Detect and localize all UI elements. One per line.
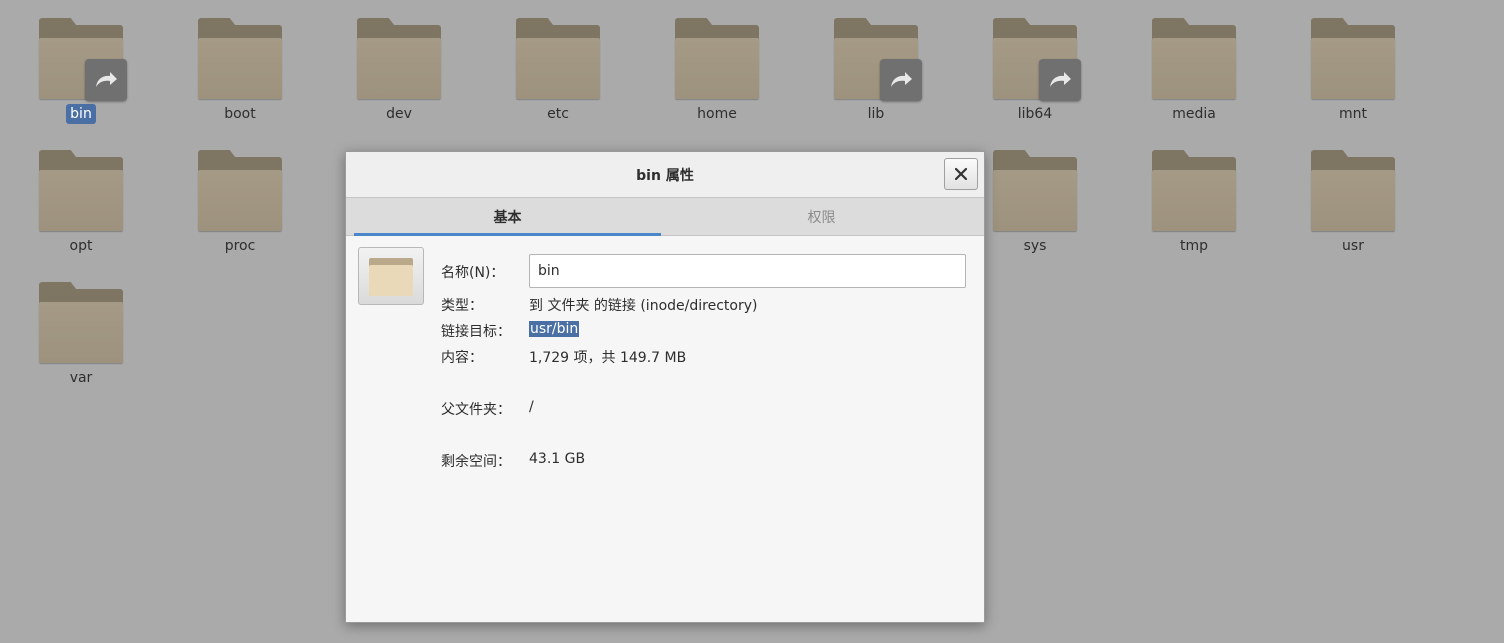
folder-icon	[675, 16, 759, 100]
symlink-arrow-icon	[880, 59, 922, 101]
folder-label: sys	[1023, 238, 1047, 254]
folder-icon	[39, 16, 127, 101]
folder-item-boot[interactable]: boot	[165, 0, 315, 126]
folder-label: mnt	[1339, 106, 1367, 122]
folder-item-lib64[interactable]: lib64	[960, 0, 1110, 126]
link-target-value[interactable]: usr/bin	[529, 321, 580, 337]
folder-icon	[834, 16, 922, 101]
folder-label: opt	[69, 238, 93, 254]
folder-label: media	[1172, 106, 1216, 122]
parent-folder-label: 父文件夹：	[441, 402, 511, 418]
free-space-label: 剩余空间：	[441, 454, 511, 470]
folder-label: etc	[547, 106, 569, 122]
folder-item-media[interactable]: media	[1119, 0, 1269, 126]
folder-label: home	[697, 106, 737, 122]
folder-item-mnt[interactable]: mnt	[1278, 0, 1428, 126]
folder-label: tmp	[1179, 238, 1208, 254]
symlink-arrow-icon	[1039, 59, 1081, 101]
folder-item-lib[interactable]: lib	[801, 0, 951, 126]
folder-label: lib	[867, 106, 885, 122]
folder-icon	[993, 148, 1077, 232]
folder-label: boot	[224, 106, 256, 122]
folder-item-dev[interactable]: dev	[324, 0, 474, 126]
tab-basic[interactable]: 基本	[354, 198, 661, 236]
contents-value: 1,729 项，共 149.7 MB	[529, 350, 687, 366]
folder-item-tmp[interactable]: tmp	[1119, 132, 1269, 258]
tab-bar: 基本 权限	[346, 198, 984, 236]
type-label: 类型：	[441, 298, 483, 314]
folder-label: dev	[386, 106, 412, 122]
folder-label: lib64	[1017, 106, 1053, 122]
folder-item-home[interactable]: home	[642, 0, 792, 126]
name-label: 名称(N)：	[441, 265, 505, 281]
dialog-title: bin 属性	[636, 167, 694, 184]
folder-icon	[993, 16, 1081, 101]
parent-folder-value: /	[529, 399, 534, 415]
folder-item-bin[interactable]: bin	[6, 0, 156, 126]
folder-item-var[interactable]: var	[6, 264, 156, 390]
folder-label: bin	[66, 104, 96, 124]
dialog-body: 名称(N)： 类型： 到 文件夹 的链接 (inode/directory) 链…	[346, 236, 984, 622]
folder-item-proc[interactable]: proc	[165, 132, 315, 258]
type-value: 到 文件夹 的链接 (inode/directory)	[529, 298, 758, 314]
folder-item-etc[interactable]: etc	[483, 0, 633, 126]
folder-icon	[1311, 148, 1395, 232]
link-target-label: 链接目标：	[441, 324, 511, 340]
folder-label: var	[69, 370, 93, 386]
folder-icon	[1152, 16, 1236, 100]
dialog-header: bin 属性	[346, 152, 984, 198]
tab-permissions[interactable]: 权限	[668, 198, 975, 235]
symlink-arrow-icon	[85, 59, 127, 101]
folder-item-usr[interactable]: usr	[1278, 132, 1428, 258]
close-icon	[954, 167, 968, 181]
folder-item-opt[interactable]: opt	[6, 132, 156, 258]
folder-label: proc	[224, 238, 256, 254]
folder-icon	[1311, 16, 1395, 100]
name-input[interactable]	[529, 254, 966, 288]
free-space-value: 43.1 GB	[529, 451, 586, 467]
folder-label: usr	[1342, 238, 1364, 254]
close-button[interactable]	[944, 158, 978, 190]
contents-label: 内容：	[441, 350, 483, 366]
folder-icon	[198, 148, 282, 232]
folder-icon	[198, 16, 282, 100]
properties-dialog: bin 属性 基本 权限 名称(N)： 类型： 到 文件夹 的链接 (inode…	[345, 151, 985, 623]
folder-icon	[39, 148, 123, 232]
folder-icon	[357, 16, 441, 100]
folder-icon-button[interactable]	[358, 247, 424, 305]
folder-icon	[516, 16, 600, 100]
folder-icon	[39, 280, 123, 364]
folder-icon	[1152, 148, 1236, 232]
